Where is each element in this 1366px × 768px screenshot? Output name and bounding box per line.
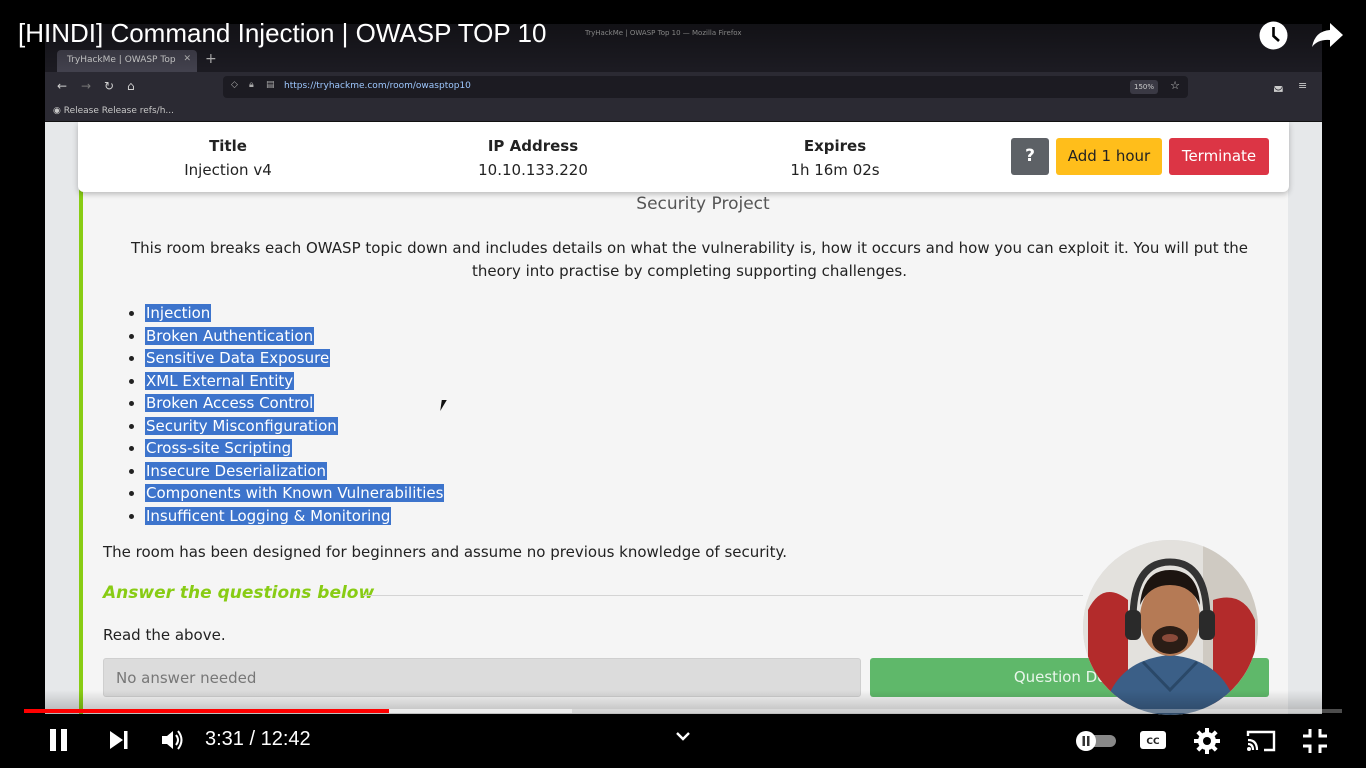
cast-icon[interactable] [1246, 729, 1276, 753]
pause-icon[interactable] [48, 728, 70, 752]
browser-tab[interactable]: TryHackMe | OWASP Top ✕ [57, 50, 197, 72]
topic-item: Broken Access Control [145, 392, 444, 415]
expires-label: Expires [803, 137, 867, 155]
help-button[interactable]: ? [1011, 138, 1049, 175]
watch-later-clock-icon[interactable] [1258, 20, 1289, 51]
expires-value: 1h 16m 02s [790, 161, 880, 179]
share-arrow-icon[interactable] [1310, 21, 1344, 49]
exit-fullscreen-icon[interactable] [1302, 728, 1328, 754]
new-tab-button[interactable]: + [205, 51, 217, 67]
url-text[interactable]: https://tryhackme.com/room/owasptop10 [284, 81, 471, 91]
svg-text:CC: CC [1146, 737, 1160, 747]
autoplay-toggle-icon[interactable] [1074, 730, 1118, 752]
current-time: 3:31 [205, 728, 244, 750]
beginner-note: The room has been designed for beginners… [103, 543, 787, 561]
topic-label: Components with Known Vulnerabilities [145, 484, 445, 502]
machine-title-label: Title [209, 137, 247, 155]
room-intro: This room breaks each OWASP topic down a… [130, 239, 1248, 280]
machine-info-bar: Title Injection v4 IP Address 10.10.133.… [78, 122, 1289, 192]
menu-icon[interactable]: ≡ [1298, 79, 1307, 92]
github-icon: ◉ [53, 106, 64, 116]
time-separator: / [249, 728, 256, 750]
topic-item: Sensitive Data Exposure [145, 347, 444, 370]
topic-label: Injection [145, 304, 212, 322]
time-display: 3:31 / 12:42 [205, 728, 311, 751]
topic-label: Security Misconfiguration [145, 416, 338, 435]
topic-item: Injection [145, 302, 444, 325]
ip-value: 10.10.133.220 [478, 161, 588, 179]
topic-label: Sensitive Data Exposure [145, 349, 331, 367]
divider [363, 595, 1083, 596]
machine-title: Title Injection v4 [178, 134, 278, 182]
shield-icon: ◇ [231, 80, 238, 90]
topic-label: Broken Authentication [145, 326, 315, 345]
question-text: Read the above. [103, 626, 226, 644]
close-tab-icon[interactable]: ✕ [183, 54, 191, 64]
topic-label: Insecure Deserialization [145, 461, 328, 480]
topic-list: Injection Broken Authentication Sensitive … [127, 302, 445, 528]
progress-bar[interactable] [24, 709, 1342, 713]
topic-item: Broken Authentication [145, 325, 444, 348]
chevron-down-icon[interactable] [675, 731, 691, 743]
terminate-button[interactable]: Terminate [1169, 138, 1269, 175]
forward-arrow-icon[interactable]: → [81, 79, 91, 93]
answer-heading: Answer the questions below [103, 583, 375, 603]
mouse-cursor-icon [440, 400, 447, 411]
volume-icon[interactable] [160, 729, 186, 751]
bookmarks-bar: ◉ Release Release refs/h... [45, 102, 1322, 122]
bookmark-star-icon[interactable]: ☆ [1170, 79, 1180, 92]
video-title[interactable]: [HINDI] Command Injection | OWASP TOP 10 [18, 18, 546, 49]
home-icon[interactable]: ⌂ [127, 79, 135, 93]
topic-item: Cross-site Scripting [145, 437, 444, 460]
tab-label: TryHackMe | OWASP Top [67, 55, 176, 65]
machine-title-value: Injection v4 [184, 161, 272, 179]
webcam-overlay [1083, 540, 1258, 715]
navigation-bar: ← → ↻ ⌂ ◇ 🔒︎ ▤ https://tryhackme.com/roo… [45, 72, 1322, 102]
duration: 12:42 [260, 728, 311, 750]
reload-icon[interactable]: ↻ [104, 79, 114, 93]
lock-icon: 🔒︎ [249, 80, 254, 90]
bookmark-label: Release Release refs/h... [63, 106, 174, 116]
pocket-icon[interactable]: ◛ [1273, 79, 1284, 92]
topic-item: XML External Entity [145, 370, 444, 393]
topic-item: Insufficent Logging & Monitoring [145, 505, 444, 528]
topic-item: Components with Known Vulnerabilities [145, 482, 445, 505]
add-hour-button[interactable]: Add 1 hour [1056, 138, 1162, 175]
logo-subtitle: Security Project [636, 194, 770, 214]
topic-label: Insufficent Logging & Monitoring [145, 506, 392, 525]
window-title: TryHackMe | OWASP Top 10 — Mozilla Firef… [585, 29, 742, 37]
presenter-image [1083, 540, 1258, 715]
back-arrow-icon[interactable]: ← [57, 79, 67, 93]
played-bar [24, 709, 390, 713]
topic-item: Insecure Deserialization [145, 460, 444, 483]
video-player[interactable]: TryHackMe | OWASP Top 10 — Mozilla Firef… [0, 0, 1366, 768]
url-bar[interactable]: ◇ 🔒︎ ▤ https://tryhackme.com/room/owaspt… [223, 76, 1188, 98]
machine-ip: IP Address 10.10.133.220 [468, 134, 598, 182]
next-video-icon[interactable] [108, 730, 130, 750]
topic-label: XML External Entity [145, 371, 295, 390]
bookmark-item[interactable]: ◉ Release Release refs/h... [53, 106, 174, 116]
subtitles-cc-icon[interactable]: CC [1139, 730, 1167, 750]
topic-label: Cross-site Scripting [145, 439, 293, 457]
machine-expires: Expires 1h 16m 02s [780, 134, 890, 182]
ip-label: IP Address [487, 137, 579, 155]
zoom-level[interactable]: 150% [1129, 80, 1158, 94]
settings-gear-icon[interactable] [1193, 727, 1221, 755]
topic-item: Security Misconfiguration [145, 415, 444, 438]
topic-label: Broken Access Control [145, 394, 315, 412]
permissions-icon: ▤ [266, 80, 275, 90]
